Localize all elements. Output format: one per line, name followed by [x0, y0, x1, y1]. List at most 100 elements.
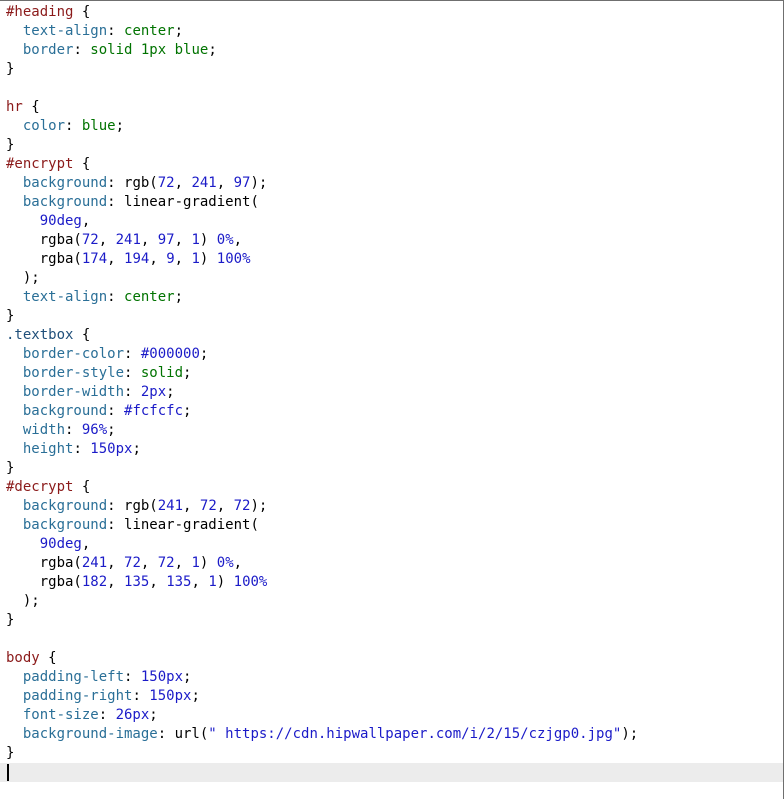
- code-line[interactable]: width: 96%;: [6, 421, 783, 440]
- code-token-punct: ): [199, 555, 217, 571]
- code-token-val: center: [124, 23, 175, 39]
- code-token-punct: );: [621, 726, 639, 742]
- code-token-prop: border-width: [22, 384, 125, 400]
- code-content[interactable]: #heading { text-align: center; border: s…: [6, 3, 783, 782]
- code-token-punct: [6, 346, 23, 362]
- code-line[interactable]: 90deg,: [6, 212, 783, 231]
- code-token-selector: #heading: [6, 4, 74, 20]
- code-token-punct: ,: [98, 232, 116, 248]
- code-token-val: blue: [81, 118, 116, 134]
- text-cursor: [7, 763, 9, 781]
- code-line[interactable]: }: [6, 611, 783, 630]
- code-token-punct: [6, 23, 23, 39]
- code-line[interactable]: #encrypt {: [6, 155, 783, 174]
- code-token-punct: ;: [166, 384, 175, 400]
- code-token-num: 182: [81, 574, 108, 590]
- code-line[interactable]: }: [6, 307, 783, 326]
- code-line[interactable]: height: 150px;: [6, 440, 783, 459]
- code-line[interactable]: rgba(241, 72, 72, 1) 0%,: [6, 554, 783, 573]
- code-line[interactable]: rgba(72, 241, 97, 1) 0%,: [6, 231, 783, 250]
- code-token-punct: ,: [149, 251, 167, 267]
- code-token-prop: background: [22, 498, 108, 514]
- code-token-num: 0%: [216, 555, 234, 571]
- code-token-punct: ;: [183, 669, 192, 685]
- code-token-fn: url(: [174, 726, 209, 742]
- code-token-punct: );: [250, 175, 268, 191]
- code-line[interactable]: border-color: #000000;: [6, 345, 783, 364]
- code-line[interactable]: rgba(182, 135, 135, 1) 100%: [6, 573, 783, 592]
- code-token-punct: :: [107, 289, 125, 305]
- code-line[interactable]: );: [6, 269, 783, 288]
- code-line[interactable]: body {: [6, 649, 783, 668]
- code-token-punct: [6, 213, 40, 229]
- code-line[interactable]: 90deg,: [6, 535, 783, 554]
- code-token-num: 72: [199, 498, 217, 514]
- code-token-class: .textbox: [6, 327, 74, 343]
- code-token-punct: [6, 555, 40, 571]
- code-line[interactable]: color: blue;: [6, 117, 783, 136]
- code-token-prop: color: [22, 118, 66, 134]
- code-line[interactable]: rgba(174, 194, 9, 1) 100%: [6, 250, 783, 269]
- code-token-punct: ,: [233, 232, 243, 248]
- code-line[interactable]: background: rgb(72, 241, 97);: [6, 174, 783, 193]
- code-line[interactable]: text-align: center;: [6, 22, 783, 41]
- code-line[interactable]: hr {: [6, 98, 783, 117]
- code-token-punct: [6, 118, 23, 134]
- code-token-num: 150px: [149, 688, 192, 704]
- code-token-prop: background: [22, 517, 108, 533]
- code-line[interactable]: }: [6, 459, 783, 478]
- code-editor[interactable]: #heading { text-align: center; border: s…: [0, 0, 784, 799]
- code-token-punct: :: [124, 346, 141, 362]
- code-line[interactable]: padding-left: 150px;: [6, 668, 783, 687]
- code-line[interactable]: .textbox {: [6, 326, 783, 345]
- code-token-num: 1: [191, 555, 200, 571]
- code-token-punct: [6, 669, 23, 685]
- code-line[interactable]: #decrypt {: [6, 478, 783, 497]
- code-line[interactable]: padding-right: 150px;: [6, 687, 783, 706]
- code-line[interactable]: border: solid 1px blue;: [6, 41, 783, 60]
- code-token-punct: ,: [81, 536, 91, 552]
- code-token-num: 194: [124, 251, 150, 267]
- code-line[interactable]: background: rgb(241, 72, 72);: [6, 497, 783, 516]
- code-token-selector: #encrypt: [6, 156, 74, 172]
- code-token-punct: :: [98, 707, 116, 723]
- code-line[interactable]: text-align: center;: [6, 288, 783, 307]
- code-line[interactable]: [6, 630, 783, 649]
- code-token-prop: height: [22, 441, 74, 457]
- code-line[interactable]: background: #fcfcfc;: [6, 402, 783, 421]
- code-token-prop: background-image: [22, 726, 158, 742]
- code-token-punct: ): [199, 251, 217, 267]
- code-token-punct: [6, 42, 23, 58]
- code-token-punct: ;: [183, 365, 192, 381]
- code-token-punct: ;: [107, 422, 116, 438]
- code-token-punct: :: [157, 726, 175, 742]
- code-line[interactable]: }: [6, 60, 783, 79]
- code-token-num: 2px: [140, 384, 167, 400]
- code-line[interactable]: [6, 763, 783, 782]
- code-token-fn: rgba(: [39, 574, 82, 590]
- code-line[interactable]: }: [6, 136, 783, 155]
- code-token-punct: [6, 365, 23, 381]
- code-line[interactable]: border-style: solid;: [6, 364, 783, 383]
- code-token-punct: [6, 422, 23, 438]
- code-token-punct: ,: [81, 213, 91, 229]
- code-line[interactable]: font-size: 26px;: [6, 706, 783, 725]
- code-token-punct: {: [73, 156, 91, 172]
- code-line[interactable]: }: [6, 744, 783, 763]
- code-line[interactable]: background-image: url(" https://cdn.hipw…: [6, 725, 783, 744]
- code-token-punct: ,: [107, 251, 125, 267]
- code-line[interactable]: [6, 79, 783, 98]
- code-line[interactable]: border-width: 2px;: [6, 383, 783, 402]
- code-token-punct: ;: [183, 403, 192, 419]
- code-token-punct: }: [6, 61, 15, 77]
- code-line[interactable]: #heading {: [6, 3, 783, 22]
- code-line[interactable]: );: [6, 592, 783, 611]
- code-token-punct: [6, 175, 23, 191]
- code-token-val: solid 1px blue: [90, 42, 209, 58]
- code-token-num: 174: [81, 251, 108, 267]
- code-line[interactable]: background: linear-gradient(: [6, 193, 783, 212]
- code-token-prop: background: [22, 403, 108, 419]
- code-line[interactable]: background: linear-gradient(: [6, 516, 783, 535]
- code-token-prop: text-align: [22, 23, 108, 39]
- code-token-fn: rgb(: [124, 175, 158, 191]
